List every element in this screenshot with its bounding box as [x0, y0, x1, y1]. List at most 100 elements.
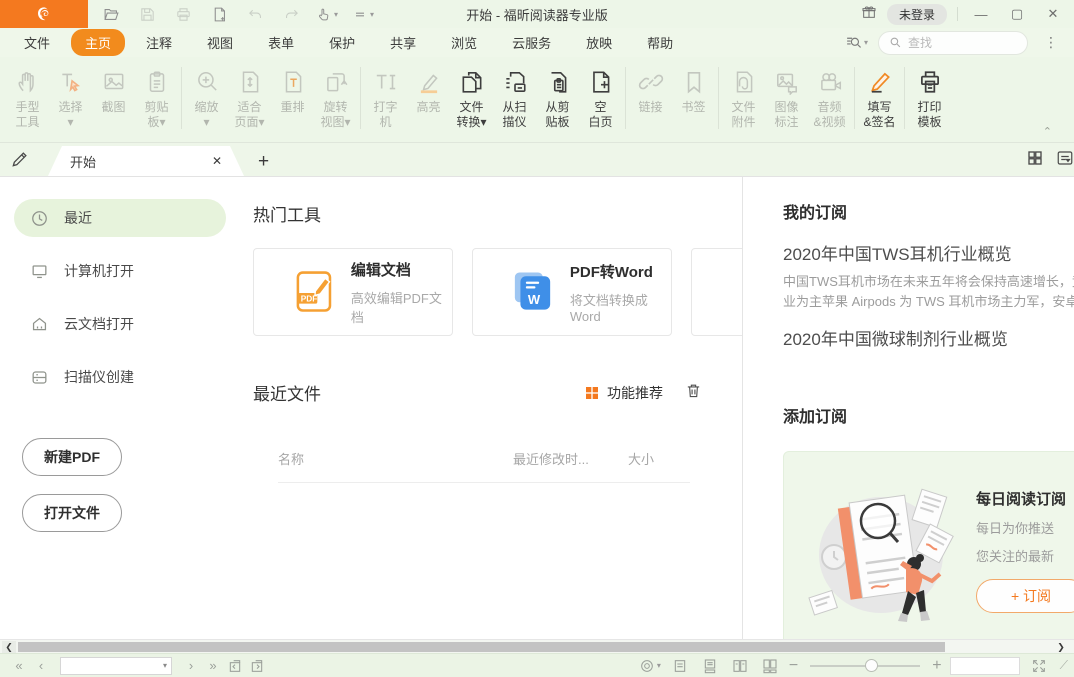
zoom-button: 缩放 ▾	[185, 65, 228, 130]
hot-tool-card-pdf-to-word[interactable]: W PDF转Word 将文档转换成Word	[472, 248, 672, 336]
zoom-percent-box[interactable]	[950, 657, 1020, 675]
tab-close-icon[interactable]: ✕	[212, 154, 222, 168]
next-view-icon[interactable]	[246, 656, 268, 676]
gift-icon[interactable]	[861, 4, 877, 25]
next-page-icon[interactable]: ›	[180, 656, 202, 676]
facing-continuous-icon[interactable]	[759, 656, 781, 676]
article-body-line: 中国TWS耳机市场在未来五年将会保持高速增长，竞争格	[783, 272, 1074, 291]
blank-page-button[interactable]: 空 白页	[579, 65, 622, 130]
page-combo-caret-icon[interactable]: ▾	[163, 661, 167, 670]
menu-home[interactable]: 主页	[71, 29, 125, 56]
menu-help[interactable]: 帮助	[647, 29, 673, 56]
convert-files-button[interactable]: 文件 转换▾	[450, 65, 493, 130]
hand-pointer-icon[interactable]: ▾	[316, 3, 338, 25]
article-title[interactable]: 2020年中国微球制剂行业概览	[783, 325, 1074, 350]
sidebar-item-cloud-docs[interactable]: 云文档打开	[14, 305, 226, 343]
promo-texts: 每日阅读订阅 每日为你推送 您关注的最新 + 订阅	[966, 488, 1074, 613]
menu-cloud[interactable]: 云服务	[512, 29, 551, 56]
collapse-ribbon-icon[interactable]: ⌃	[1043, 125, 1052, 138]
card-title: 编辑文档	[351, 259, 452, 280]
menu-file[interactable]: 文件	[24, 29, 50, 56]
sidebar-item-label: 最近	[64, 208, 92, 228]
hot-tool-card-partial[interactable]	[691, 248, 742, 336]
hot-tool-card-edit-pdf[interactable]: PDF 编辑文档 高效编辑PDF文档	[253, 248, 453, 336]
maximize-button[interactable]: ▢	[1004, 4, 1030, 24]
menu-present[interactable]: 放映	[586, 29, 612, 56]
open-file-icon[interactable]	[100, 3, 122, 25]
subscription-article[interactable]: 2020年中国TWS耳机行业概览 中国TWS耳机市场在未来五年将会保持高速增长，…	[783, 240, 1074, 311]
eye-view-icon[interactable]: ▾	[639, 656, 661, 676]
scrollbar-thumb[interactable]	[18, 642, 945, 652]
previous-view-icon[interactable]	[224, 656, 246, 676]
single-page-icon[interactable]	[669, 656, 691, 676]
sidebar-item-scanner-create[interactable]: 扫描仪创建	[14, 358, 226, 396]
tab-start-page[interactable]: 开始 ✕	[48, 146, 244, 176]
feature-recommend-button[interactable]: 功能推荐	[584, 383, 663, 403]
subscription-article[interactable]: 2020年中国微球制剂行业概览 微球制剂具有延长药物作用时间、增强治疗效果、降低	[783, 325, 1074, 357]
zoom-out-icon[interactable]: −	[789, 657, 798, 675]
resize-grip[interactable]: ⟋	[1060, 658, 1068, 673]
cloud-docs-icon	[30, 315, 49, 334]
highlight-icon	[416, 67, 442, 97]
advanced-search-icon[interactable]: ▾	[845, 34, 868, 51]
scroll-left-arrow[interactable]: ❮	[2, 641, 16, 653]
continuous-page-icon[interactable]	[699, 656, 721, 676]
zoom-in-icon[interactable]: +	[932, 657, 941, 675]
minimize-button[interactable]: —	[968, 4, 994, 24]
from-scanner-button[interactable]: 从扫 描仪	[493, 65, 536, 130]
first-page-icon[interactable]: «	[8, 656, 30, 676]
print-template-button[interactable]: 打印 模板	[908, 65, 951, 130]
close-button[interactable]: ✕	[1040, 4, 1066, 24]
fill-sign-button[interactable]: 填写 &签名	[858, 65, 901, 130]
menu-form[interactable]: 表单	[268, 29, 294, 56]
search-field[interactable]	[878, 31, 1028, 55]
file-attachment-icon	[731, 67, 757, 97]
clipboard-icon	[144, 67, 170, 97]
clear-recent-trash-icon[interactable]	[685, 382, 702, 404]
more-options-icon[interactable]: ⋮	[1038, 34, 1064, 51]
menu-comment[interactable]: 注释	[146, 29, 172, 56]
previous-page-icon[interactable]: ‹	[30, 656, 52, 676]
grid-view-icon[interactable]	[1026, 149, 1044, 172]
svg-text:W: W	[528, 292, 541, 307]
zoom-slider-knob[interactable]	[865, 659, 878, 672]
customize-toolbar-icon[interactable]: ▾	[352, 3, 374, 25]
menu-protect[interactable]: 保护	[329, 29, 355, 56]
fullscreen-icon[interactable]	[1028, 656, 1050, 676]
sidebar-item-recent[interactable]: 最近	[14, 199, 226, 237]
last-page-icon[interactable]: »	[202, 656, 224, 676]
scroll-right-arrow[interactable]: ❯	[1054, 641, 1068, 653]
menu-view[interactable]: 视图	[207, 29, 233, 56]
login-status-badge[interactable]: 未登录	[887, 4, 947, 25]
column-modified[interactable]: 最近修改时...	[513, 449, 628, 468]
new-pdf-button[interactable]: 新建PDF	[22, 438, 122, 476]
new-tab-button[interactable]: +	[258, 152, 269, 172]
ribbon-separator	[854, 67, 855, 129]
zoom-percent-input[interactable]	[951, 662, 1017, 674]
edit-pencil-icon[interactable]	[10, 149, 30, 174]
from-clipboard-button[interactable]: 从剪 贴板	[536, 65, 579, 130]
ribbon-separator	[360, 67, 361, 129]
search-input[interactable]	[908, 36, 1008, 50]
column-name[interactable]: 名称	[278, 449, 513, 468]
sidebar-item-computer[interactable]: 计算机打开	[14, 252, 226, 290]
facing-pages-icon[interactable]	[729, 656, 751, 676]
menu-browse[interactable]: 浏览	[451, 29, 477, 56]
rotate-view-icon	[323, 67, 349, 97]
statusbar-right: ▾ − + ⟋	[639, 656, 1068, 676]
open-file-button[interactable]: 打开文件	[22, 494, 122, 532]
menu-bar: 文件 主页 注释 视图 表单 保护 共享 浏览 云服务 放映 帮助 ▾ ⋮	[0, 28, 1074, 57]
reading-list-icon[interactable]	[1056, 149, 1074, 172]
foxit-logo[interactable]	[0, 0, 88, 28]
ribbon-group-create: 打字 机 高亮 文件 转换▾ 从扫 描仪 从剪 贴板 空 白页	[364, 65, 622, 130]
new-document-icon[interactable]	[208, 3, 230, 25]
menu-share[interactable]: 共享	[390, 29, 416, 56]
zoom-slider[interactable]	[810, 665, 920, 667]
article-title[interactable]: 2020年中国TWS耳机行业概览	[783, 240, 1074, 265]
horizontal-scrollbar[interactable]: ❮ ❯	[0, 639, 1074, 653]
subscribe-button[interactable]: + 订阅	[976, 579, 1074, 613]
page-number-combo[interactable]: ▾	[60, 657, 172, 675]
column-size[interactable]: 大小	[628, 449, 688, 468]
ribbon-separator	[181, 67, 182, 129]
page-number-input[interactable]	[61, 659, 161, 673]
